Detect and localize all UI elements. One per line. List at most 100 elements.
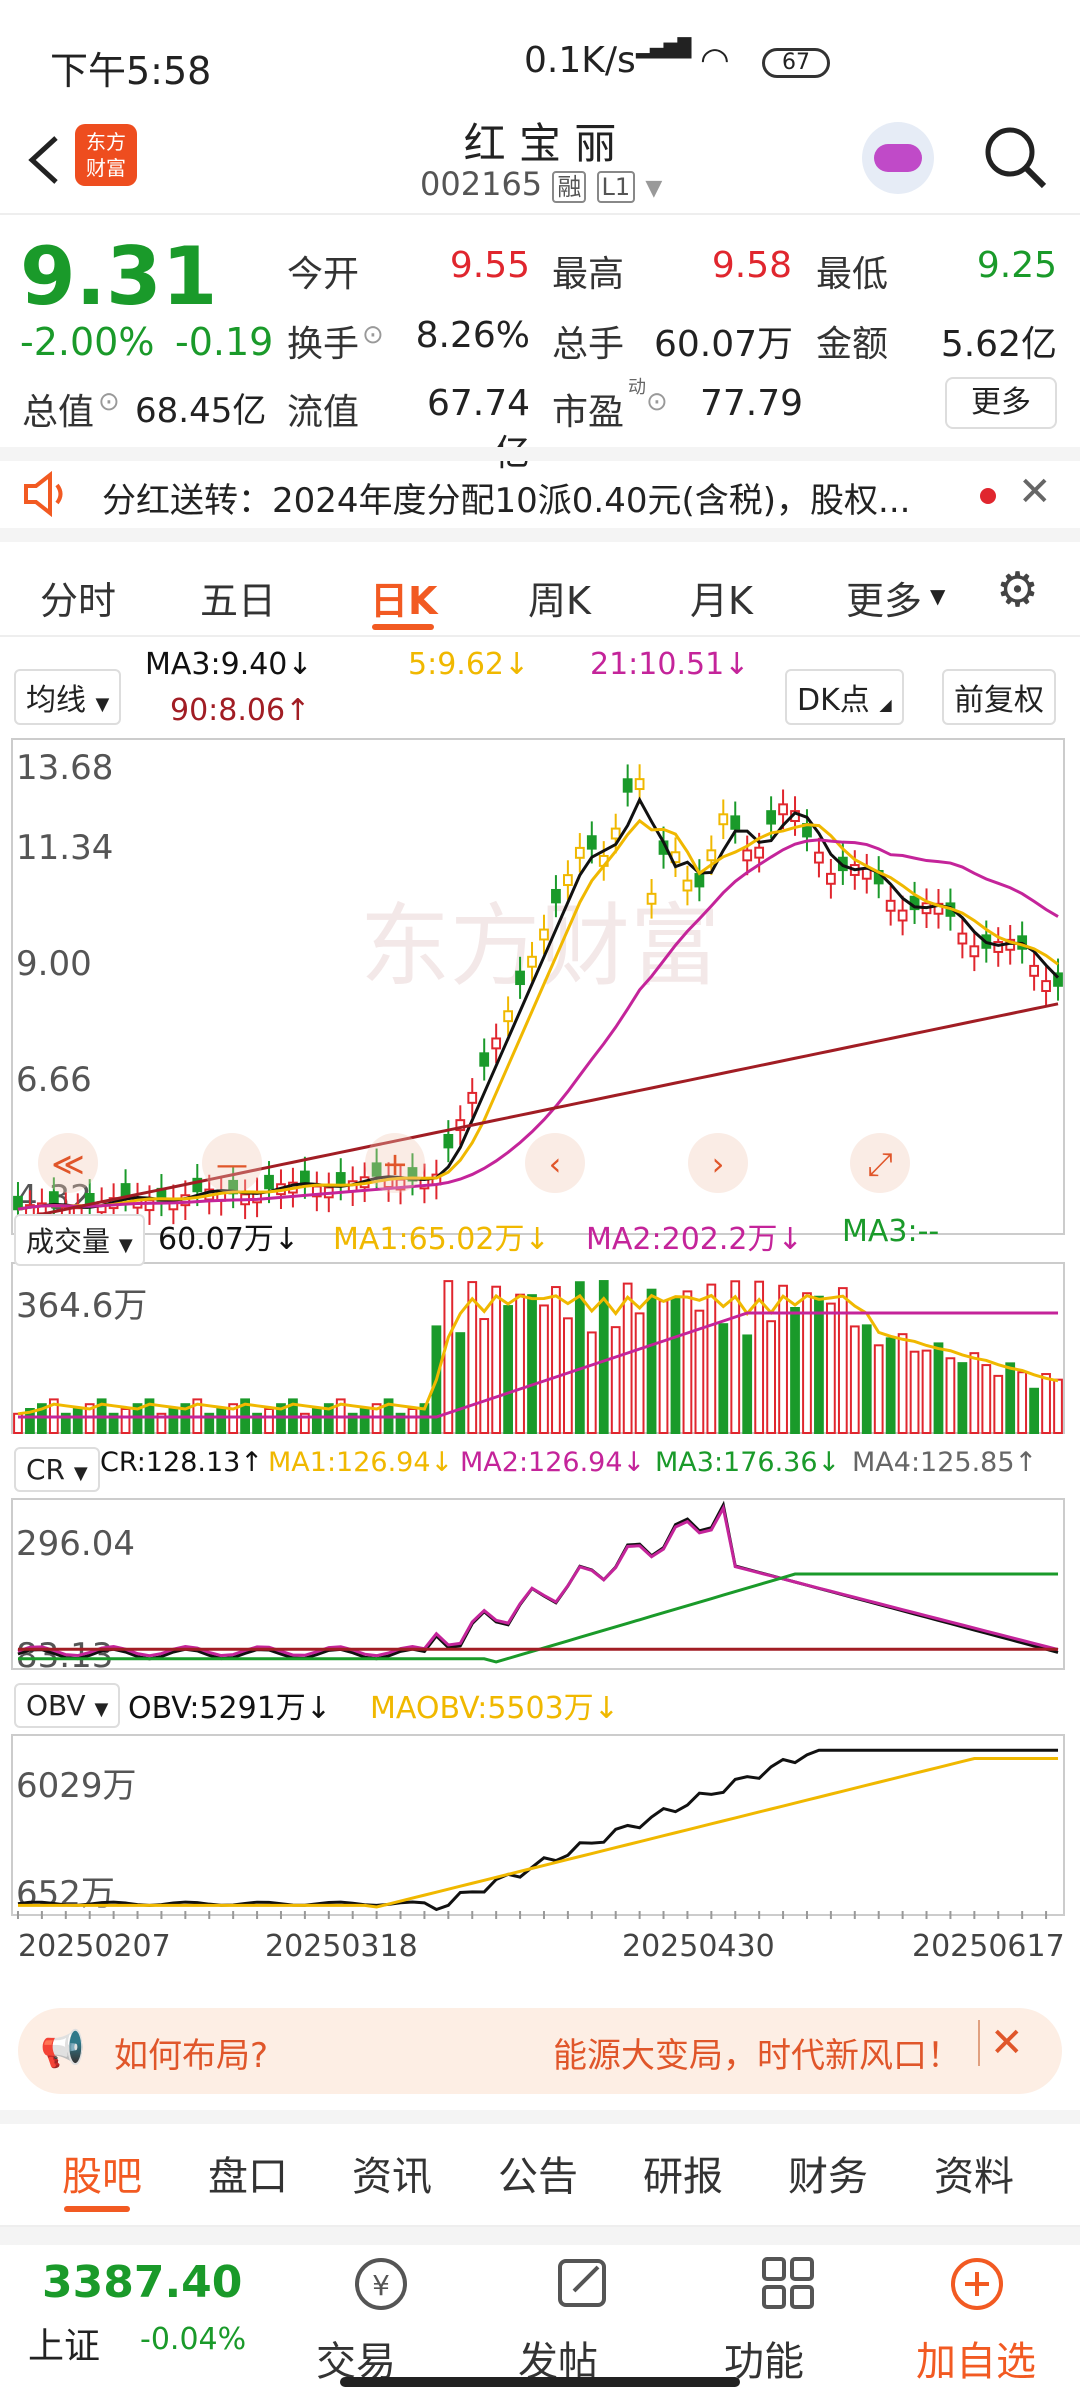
date-label: 20250430 bbox=[622, 1929, 775, 1964]
candle-body bbox=[610, 827, 621, 840]
back-icon[interactable] bbox=[20, 130, 70, 190]
close-icon[interactable]: ✕ bbox=[1018, 469, 1052, 515]
index-value[interactable]: 3387.40 bbox=[42, 2257, 242, 2308]
tab-pankou[interactable]: 盘口 bbox=[208, 2144, 288, 2202]
tab-profile[interactable]: 资料 bbox=[934, 2144, 1014, 2202]
tab-weekly-k[interactable]: 周K bbox=[528, 570, 591, 625]
stock-name: 红 宝 丽 bbox=[463, 119, 617, 168]
volume-bar bbox=[120, 1408, 131, 1434]
info-icon[interactable]: ⊙ bbox=[646, 387, 668, 417]
candle-body bbox=[957, 932, 968, 945]
tab-news[interactable]: 资讯 bbox=[352, 2144, 432, 2202]
tab-finance[interactable]: 财务 bbox=[788, 2144, 868, 2202]
volume-bar bbox=[682, 1290, 693, 1435]
watermark: 东方财富 bbox=[360, 894, 720, 999]
tab-guba[interactable]: 股吧 bbox=[62, 2144, 142, 2202]
cr-select[interactable]: CR ▼ bbox=[14, 1447, 100, 1492]
pe-value: 77.79 bbox=[700, 383, 804, 424]
kline-y-tick: 9.00 bbox=[16, 944, 92, 984]
tab-daily-k[interactable]: 日K bbox=[370, 570, 437, 625]
volume-bar bbox=[790, 1307, 800, 1434]
speaker-icon bbox=[24, 471, 63, 517]
top-nav: 东方 财富 红 宝 丽 002165 融 L1 ▼ bbox=[0, 110, 1080, 215]
volume-bar bbox=[993, 1374, 1004, 1434]
home-indicator bbox=[340, 2377, 740, 2387]
candle-body bbox=[1041, 980, 1051, 992]
megaphone-icon: 📢 bbox=[40, 2029, 85, 2070]
candle-body bbox=[646, 892, 657, 905]
robot-assistant-icon[interactable] bbox=[862, 122, 934, 194]
volume-bar bbox=[72, 1408, 83, 1434]
candle-body bbox=[778, 803, 788, 816]
stock-chart[interactable]: 13.6811.349.006.664.32东方财富≪—+‹›⤢364.6万29… bbox=[0, 637, 1080, 1987]
chart-control-icon: ‹ bbox=[549, 1145, 562, 1183]
candle-body bbox=[814, 851, 824, 864]
volume-bar bbox=[359, 1408, 370, 1434]
promo-banner[interactable]: 📢 如何布局? 能源大变局，时代新风口！ ✕ bbox=[18, 2008, 1062, 2094]
trade-button[interactable]: ¥ 交易 bbox=[310, 2239, 450, 2389]
obv-top-label: 6029万 bbox=[16, 1766, 137, 1806]
volume-bar bbox=[539, 1304, 549, 1434]
status-time: 下午5:58 bbox=[50, 49, 212, 93]
grid-icon bbox=[762, 2257, 814, 2309]
mcap-value: 68.45亿 bbox=[135, 391, 267, 431]
volume-top-label: 364.6万 bbox=[16, 1286, 147, 1326]
tab-five-day[interactable]: 五日 bbox=[200, 570, 276, 625]
candle-body bbox=[897, 909, 908, 922]
dividend-notice[interactable]: 分红送转：2024年度分配10派0.40元(含税)，股权... ✕ bbox=[0, 447, 1080, 542]
settings-gear-icon[interactable]: ⚙ bbox=[996, 562, 1039, 618]
search-icon[interactable] bbox=[980, 122, 1050, 192]
volume-bar bbox=[909, 1350, 920, 1434]
obv-readout: OBV:5291万↓ bbox=[128, 1691, 331, 1726]
volume-value: 60.07万 bbox=[653, 324, 793, 365]
volume-bar bbox=[491, 1285, 502, 1435]
change-value: -0.19 bbox=[175, 320, 274, 364]
close-icon[interactable]: ✕ bbox=[978, 2020, 1024, 2066]
volume-bar bbox=[634, 1312, 645, 1435]
volume-bar bbox=[622, 1282, 633, 1434]
margin-tag: 融 bbox=[552, 171, 587, 203]
volume-ma3-readout: MA3:-- bbox=[842, 1214, 940, 1249]
volume-bar bbox=[610, 1326, 621, 1435]
candle-body bbox=[1029, 964, 1039, 977]
yen-circle-icon: ¥ bbox=[355, 2258, 407, 2310]
obv-select[interactable]: OBV ▼ bbox=[14, 1683, 121, 1728]
signal-icon: ▂▄▆█ bbox=[636, 38, 692, 59]
high-value: 9.58 bbox=[711, 245, 792, 286]
volume-bar bbox=[1005, 1362, 1016, 1434]
unread-dot bbox=[980, 488, 996, 504]
app-logo: 东方 财富 bbox=[75, 124, 137, 186]
info-icon[interactable]: ⊙ bbox=[98, 387, 120, 417]
candle-body bbox=[120, 1183, 131, 1198]
volume-bar bbox=[826, 1302, 836, 1434]
dropdown-icon: ▼ bbox=[930, 584, 946, 608]
add-watchlist-button[interactable]: 加自选 bbox=[900, 2239, 1070, 2389]
volume-bar bbox=[467, 1281, 478, 1434]
index-name: 上证 bbox=[28, 2326, 101, 2367]
volume-bar bbox=[778, 1284, 788, 1434]
candle-body bbox=[515, 970, 525, 986]
candle-body bbox=[706, 849, 717, 862]
volume-select[interactable]: 成交量 ▼ bbox=[14, 1214, 145, 1266]
post-button[interactable]: 发帖 bbox=[512, 2239, 652, 2389]
volume-bar bbox=[873, 1344, 884, 1434]
volume-bar bbox=[861, 1324, 872, 1435]
functions-button[interactable]: 功能 bbox=[718, 2239, 858, 2389]
quote-panel: 9.31 -2.00% -0.19 今开 9.55 最高 9.58 最低 9.2… bbox=[0, 215, 1080, 474]
tab-intraday[interactable]: 分时 bbox=[40, 570, 116, 625]
plus-circle-icon bbox=[951, 2258, 1003, 2310]
tab-monthly-k[interactable]: 月K bbox=[690, 570, 753, 625]
volume-bar bbox=[551, 1286, 561, 1435]
tab-announcements[interactable]: 公告 bbox=[498, 2144, 578, 2202]
volume-bar bbox=[455, 1332, 466, 1434]
volume-label: 总手 bbox=[552, 324, 625, 365]
more-button[interactable]: 更多 bbox=[945, 377, 1057, 429]
promo-right-text: 能源大变局，时代新风口！ bbox=[553, 2036, 961, 2076]
info-icon[interactable]: ⊙ bbox=[362, 320, 384, 350]
tab-more[interactable]: 更多 bbox=[846, 570, 922, 625]
tab-research[interactable]: 研报 bbox=[643, 2144, 723, 2202]
volume-bar bbox=[897, 1333, 908, 1435]
volume-bar bbox=[1029, 1387, 1039, 1434]
stock-code-line: 002165 融 L1 ▼ bbox=[420, 165, 663, 203]
candle-body bbox=[969, 945, 980, 958]
